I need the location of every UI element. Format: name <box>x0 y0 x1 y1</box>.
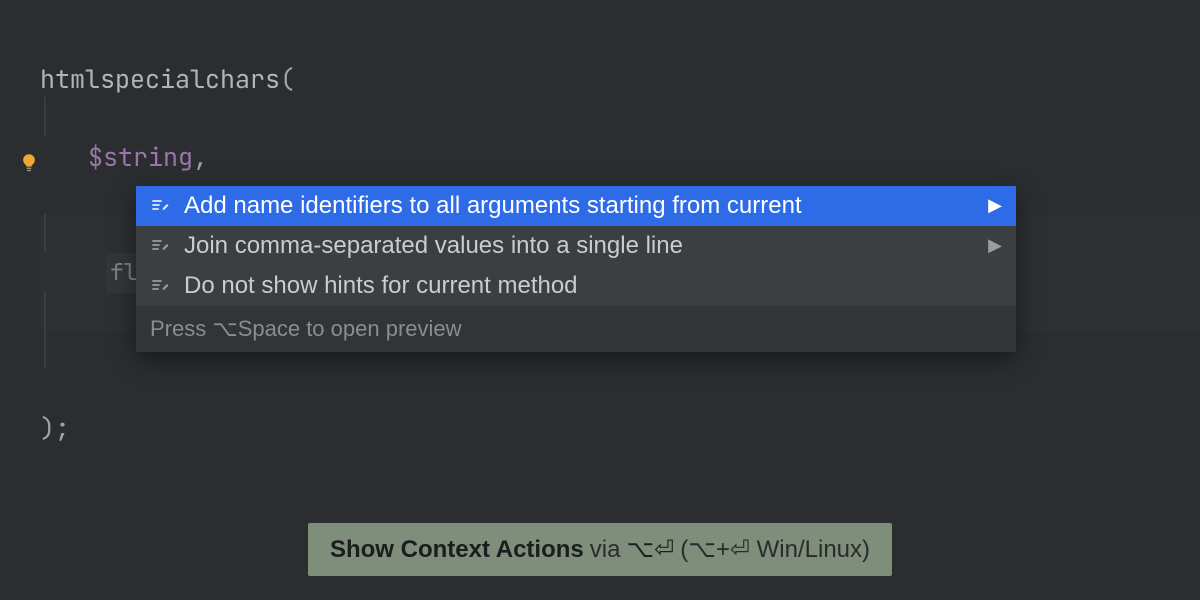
pencil-icon <box>150 236 170 256</box>
intention-item-hide-hints[interactable]: Do not show hints for current method <box>136 266 1016 306</box>
chevron-right-icon: ▶ <box>988 232 1002 260</box>
via-label: via <box>590 536 621 564</box>
intention-item-add-name-identifiers[interactable]: Add name identifiers to all arguments st… <box>136 186 1016 226</box>
popup-footer-hint: Press ⌥Space to open preview <box>136 306 1016 352</box>
shortcut-mac: ⌥⏎ <box>626 535 674 564</box>
status-hint-pill: Show Context Actions via ⌥⏎ (⌥+⏎ Win/Lin… <box>308 523 892 576</box>
bulb-icon <box>18 146 40 168</box>
code-line-4: ); <box>40 409 1200 448</box>
code-line-1: htmlspecialchars( <box>40 60 1200 99</box>
intention-bulb[interactable] <box>18 146 40 185</box>
intention-item-label: Join comma-separated values into a singl… <box>184 227 974 264</box>
intention-item-label: Add name identifiers to all arguments st… <box>184 187 974 224</box>
open-paren: ( <box>280 60 295 99</box>
code-line-blank <box>40 370 1200 409</box>
comma: , <box>193 138 208 177</box>
action-name: Show Context Actions <box>330 536 584 564</box>
chevron-right-icon: ▶ <box>988 192 1002 220</box>
code-editor[interactable]: htmlspecialchars( $string, flags:ENT_COM… <box>0 0 1200 448</box>
function-name: htmlspecialchars <box>40 60 280 99</box>
intention-item-label: Do not show hints for current method <box>184 267 1002 304</box>
intention-popup[interactable]: Add name identifiers to all arguments st… <box>136 186 1016 352</box>
pencil-icon <box>150 196 170 216</box>
intention-item-join-values[interactable]: Join comma-separated values into a singl… <box>136 226 1016 266</box>
shortcut-secondary: (⌥+⏎ Win/Linux) <box>680 535 870 564</box>
pencil-icon <box>150 276 170 296</box>
